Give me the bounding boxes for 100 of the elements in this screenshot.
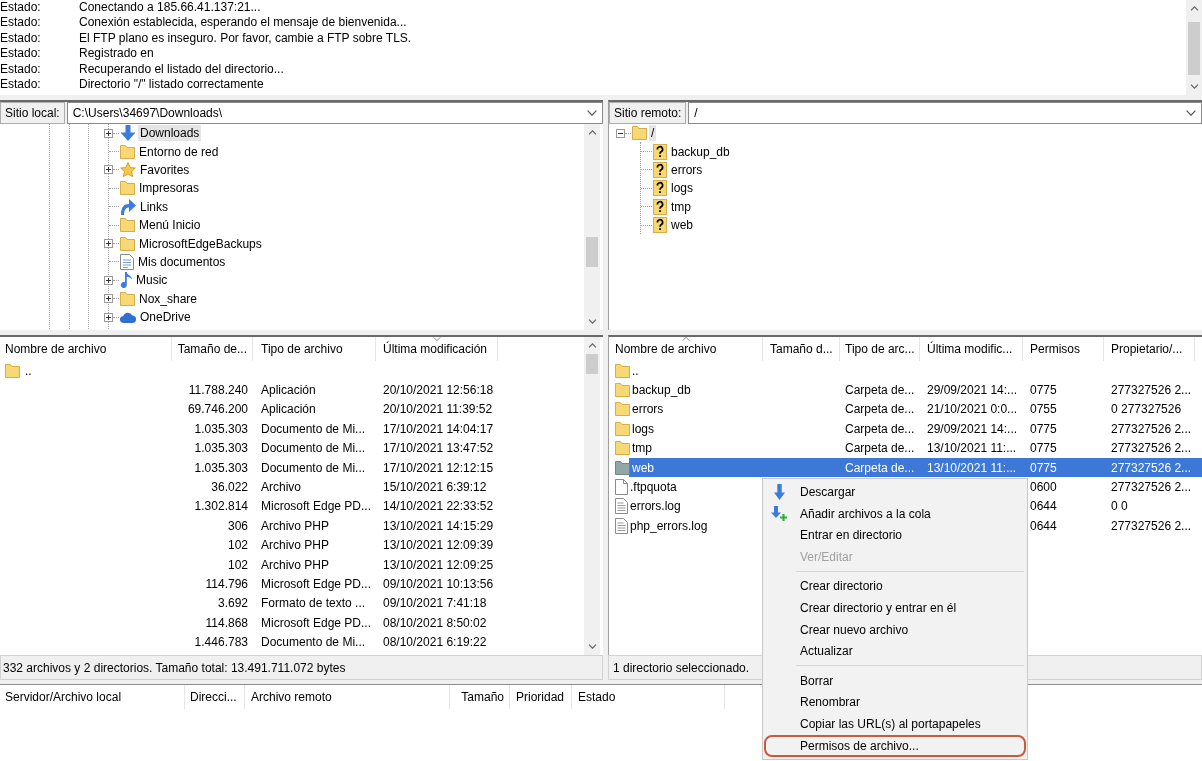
scroll-up-icon[interactable] (587, 343, 597, 348)
log-label: Estado: (0, 76, 41, 93)
column-header[interactable]: Tamaño de... (172, 337, 253, 361)
folder-icon (120, 181, 135, 196)
path-field[interactable]: / (688, 102, 1202, 124)
column-header[interactable]: Última modific... (920, 337, 1023, 361)
table-cell: 17/10/2021 12:12:15 (383, 460, 494, 475)
folder-icon (615, 460, 630, 475)
expand-icon[interactable] (104, 294, 113, 304)
log-label: Estado: (0, 61, 41, 77)
menu-item[interactable]: Añadir archivos a la cola (764, 502, 1026, 525)
tree-item[interactable]: tmp (669, 198, 693, 215)
scroll-thumb[interactable] (1188, 22, 1200, 75)
table-cell: 13/10/2021 12:09:39 (383, 538, 494, 553)
table-cell: 20/10/2021 12:56:18 (383, 383, 494, 398)
scroll-down-icon[interactable] (587, 644, 597, 649)
folder-icon (632, 126, 647, 141)
table-cell: 277327526 2... (1111, 460, 1192, 475)
collapse-icon[interactable] (616, 128, 625, 138)
tree-item[interactable]: Entorno de red (137, 143, 221, 160)
status-text: 332 archivos y 2 directorios. Tamaño total: 13.491.711.072 bytes (3, 660, 346, 675)
column-header[interactable]: Tamaño d... (763, 337, 840, 361)
menu-item[interactable]: Renombrar (764, 691, 1026, 714)
scrollbar[interactable] (1186, 0, 1202, 95)
column-header[interactable]: Archivo remoto (245, 685, 450, 709)
tree-item[interactable]: Downloads (138, 125, 202, 142)
scrollbar[interactable] (584, 124, 600, 330)
menu-item[interactable]: Crear directorio y entrar en él (764, 597, 1026, 619)
table-cell: errors (632, 402, 664, 417)
column-header[interactable]: Tamaño (450, 685, 510, 709)
table-cell: 36.022 (211, 480, 248, 495)
menu-item[interactable]: Crear directorio (764, 575, 1026, 598)
column-header[interactable]: Direcci... (185, 685, 245, 709)
tree-item[interactable]: / (649, 125, 657, 142)
table-cell: 0644 (1030, 518, 1057, 533)
menu-item[interactable]: Copiar las URL(s) al portapapeles (764, 713, 1026, 735)
expand-icon[interactable] (104, 312, 113, 322)
tree-item[interactable]: backup_db (669, 143, 732, 160)
folder-icon (615, 383, 630, 398)
scroll-thumb[interactable] (586, 354, 598, 374)
table-cell: 306 (227, 518, 248, 533)
scroll-down-icon[interactable] (587, 319, 597, 324)
log-message: Conexión establecida, esperando el mensaje de bienvenida... (79, 15, 407, 31)
expand-icon[interactable] (104, 128, 113, 138)
column-header[interactable]: Propietario/... (1104, 337, 1195, 361)
menu-item[interactable]: Entrar en directorio (764, 524, 1026, 547)
column-header[interactable]: Tipo de archivo (253, 337, 376, 361)
tree-item[interactable]: Impresoras (137, 180, 202, 197)
table-cell: 277327526 2... (1111, 480, 1192, 495)
column-header[interactable]: Tipo de arc... (840, 337, 920, 361)
tree-item[interactable]: OneDrive (138, 309, 193, 326)
table-cell: 15/10/2021 6:39:12 (383, 480, 487, 495)
menu-item[interactable]: Borrar (764, 669, 1026, 692)
tree-item[interactable]: Nox_share (137, 290, 200, 307)
tree-item[interactable]: logs (669, 180, 695, 197)
column-header[interactable]: Permisos (1023, 337, 1104, 361)
question-folder-icon (653, 161, 667, 178)
table-cell: 0755 (1030, 402, 1057, 417)
menu-item[interactable]: Actualizar (764, 640, 1026, 663)
scroll-thumb[interactable] (586, 237, 598, 267)
log-message: Recuperando el listado del directorio... (79, 61, 284, 77)
tree-item[interactable]: Links (138, 198, 170, 215)
column-header[interactable]: Prioridad (510, 685, 572, 709)
column-header[interactable]: Última modificación (376, 337, 498, 361)
scroll-up-icon[interactable] (587, 130, 597, 135)
tree-item[interactable]: Music (134, 272, 170, 289)
tree-item[interactable]: errors (669, 161, 705, 178)
expand-icon[interactable] (104, 165, 113, 175)
column-header[interactable]: Servidor/Archivo local (0, 685, 185, 709)
text-file-icon (615, 517, 628, 534)
table-cell: 08/10/2021 6:19:22 (383, 635, 487, 650)
tree-item[interactable]: Favorites (138, 161, 192, 178)
chevron-down-icon[interactable] (1186, 110, 1196, 116)
table-cell: 3.692 (217, 596, 248, 611)
menu-item[interactable]: Descargar (764, 481, 1026, 503)
folder-icon (120, 291, 135, 306)
tree-item[interactable]: Menú Inicio (137, 217, 203, 234)
table-cell: 277327526 2... (1111, 441, 1192, 456)
scrollbar[interactable] (584, 337, 600, 655)
column-header[interactable]: Estado (572, 685, 725, 709)
menu-item[interactable]: Crear nuevo archivo (764, 618, 1026, 641)
table-cell: backup_db (632, 383, 691, 398)
folder-icon (615, 402, 630, 417)
menu-item[interactable]: Permisos de archivo... (764, 734, 1026, 757)
tree-item[interactable]: MicrosoftEdgeBackups (137, 235, 264, 252)
tree-item[interactable]: Mis documentos (136, 253, 228, 270)
path-field[interactable]: C:\Users\34697\Downloads\ (66, 102, 603, 124)
expand-icon[interactable] (104, 275, 113, 285)
log-message: El FTP plano es inseguro. Por favor, cambie a FTP sobre TLS. (79, 30, 412, 47)
chevron-down-icon[interactable] (587, 110, 597, 116)
column-header[interactable]: Nombre de archivo (609, 337, 763, 361)
table-cell: .. (632, 363, 639, 378)
table-cell: Carpeta de... (845, 421, 915, 436)
scroll-down-icon[interactable] (1189, 84, 1199, 89)
scroll-up-icon[interactable] (1189, 6, 1199, 11)
star-icon (120, 161, 136, 178)
column-header[interactable]: Nombre de archivo (0, 337, 172, 361)
tree-item[interactable]: web (669, 217, 695, 234)
expand-icon[interactable] (104, 239, 113, 249)
table-cell: errors.log (630, 499, 681, 514)
